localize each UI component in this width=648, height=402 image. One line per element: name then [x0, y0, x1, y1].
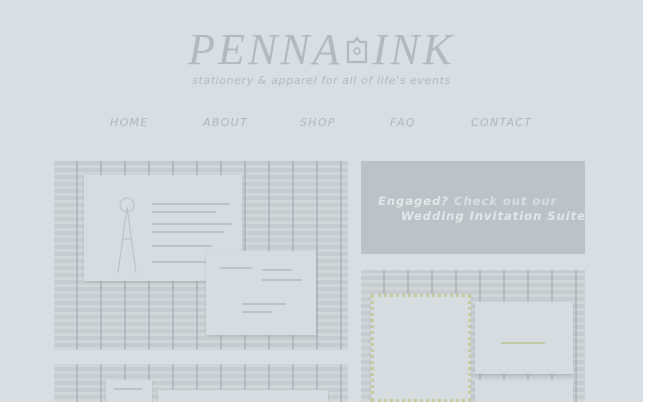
bottom-card-image — [106, 380, 152, 402]
promo-engaged-text: Engaged? — [378, 194, 449, 208]
floral-rsvp-image — [475, 302, 573, 374]
rsvp-card-image — [206, 251, 316, 335]
nav-contact[interactable]: CONTACT — [471, 116, 532, 129]
bottom-paper-image — [158, 390, 328, 402]
nav-shop[interactable]: SHOP — [300, 116, 336, 129]
promo-line-1: Engaged? Check out our — [378, 194, 557, 208]
windmill-icon — [117, 197, 137, 274]
logo[interactable]: PENNA INK — [188, 28, 455, 72]
featured-image-bottom[interactable] — [54, 364, 348, 402]
featured-image-floral-suite[interactable] — [361, 270, 585, 402]
featured-image-invitation[interactable] — [54, 161, 348, 350]
floral-details-image — [475, 380, 573, 402]
logo-text-ink: INK — [372, 25, 455, 74]
promo-check-text: Check out our — [454, 194, 558, 208]
site-header: PENNA INK stationery & apparel for all o… — [0, 28, 643, 88]
nav-about[interactable]: ABOUT — [203, 116, 248, 129]
main-nav: HOME ABOUT SHOP FAQ CONTACT — [0, 116, 643, 132]
promo-line-2: Wedding Invitation Suites! — [401, 209, 585, 223]
nav-faq[interactable]: FAQ — [390, 116, 416, 129]
logo-text-penna: PENNA — [188, 25, 343, 74]
nav-home[interactable]: HOME — [110, 116, 149, 129]
floral-invitation-image — [371, 294, 471, 402]
promo-wedding-suites[interactable]: Engaged? Check out our Wedding Invitatio… — [361, 161, 585, 254]
tagline: stationery & apparel for all of life's e… — [192, 74, 451, 87]
page: PENNA INK stationery & apparel for all o… — [0, 0, 643, 402]
logo-stamp-icon — [347, 36, 368, 64]
